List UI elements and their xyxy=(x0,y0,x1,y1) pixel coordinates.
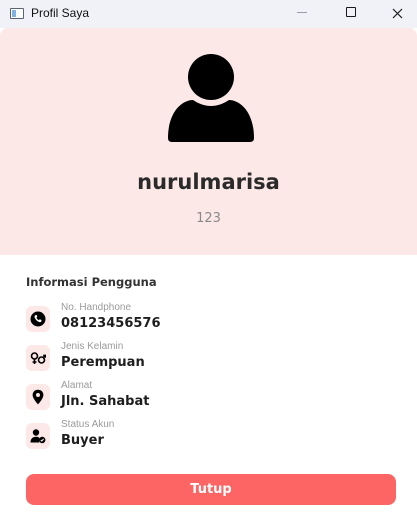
user-status-icon xyxy=(26,423,50,449)
location-pin-icon xyxy=(26,384,50,410)
close-button[interactable]: Tutup xyxy=(26,474,396,505)
window-title: Profil Saya xyxy=(31,6,90,20)
info-item-gender: Jenis Kelamin Perempuan xyxy=(26,341,386,375)
info-value: Jln. Sahabat xyxy=(61,394,150,409)
info-item-phone: No. Handphone 08123456576 xyxy=(26,302,386,336)
minimize-icon[interactable] xyxy=(279,0,325,28)
app-window-icon xyxy=(10,8,24,19)
phone-icon xyxy=(26,306,50,332)
user-avatar-icon xyxy=(168,54,254,142)
title-bar[interactable]: Profil Saya xyxy=(0,0,417,28)
info-item-status: Status Akun Buyer xyxy=(26,419,386,453)
info-value: Buyer xyxy=(61,433,104,448)
maximize-icon[interactable] xyxy=(327,0,373,28)
user-id: 123 xyxy=(196,211,221,226)
info-value: 08123456576 xyxy=(61,316,161,331)
info-label: No. Handphone xyxy=(61,302,132,313)
gender-icon xyxy=(26,345,50,371)
info-item-address: Alamat Jln. Sahabat xyxy=(26,380,386,414)
close-icon[interactable] xyxy=(372,0,417,28)
info-value: Perempuan xyxy=(61,355,145,370)
username: nurulmarisa xyxy=(137,170,280,194)
info-label: Status Akun xyxy=(61,419,115,430)
info-label: Alamat xyxy=(61,380,93,391)
profile-window: Profil Saya nurulmarisa 123 Informasi Pe… xyxy=(0,0,417,523)
info-label: Jenis Kelamin xyxy=(61,341,124,352)
info-section-title: Informasi Pengguna xyxy=(26,275,157,289)
profile-header: nurulmarisa 123 xyxy=(0,28,417,255)
